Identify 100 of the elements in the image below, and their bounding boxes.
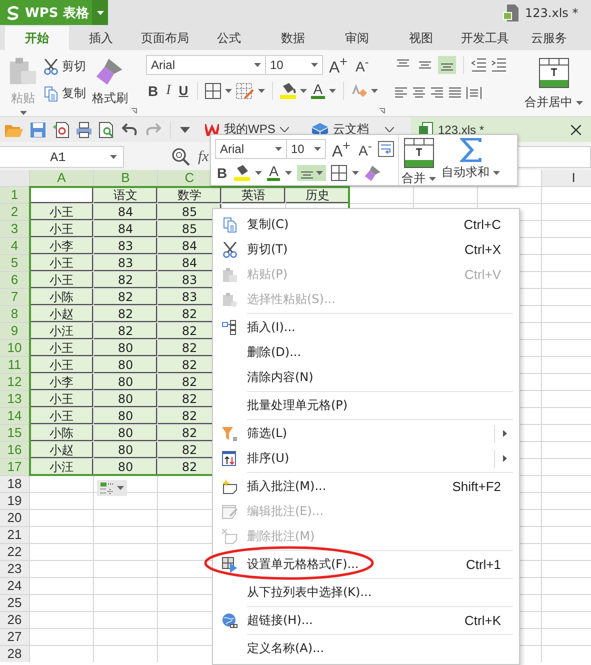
column-header[interactable]: I	[542, 170, 591, 186]
menu-item[interactable]: 插入批注(M)... Shift+F2	[213, 474, 519, 499]
font-color-button[interactable]: A	[311, 83, 325, 100]
row-header[interactable]: 25	[0, 595, 29, 611]
ribbon-tab[interactable]: 数据	[261, 26, 325, 50]
align-button[interactable]	[297, 165, 326, 182]
ribbon-tab[interactable]: 视图	[389, 26, 453, 50]
table-cell: 80	[94, 374, 157, 390]
caret-icon	[300, 89, 308, 94]
name-box[interactable]: A1	[0, 146, 124, 168]
wrap-text-icon[interactable]	[378, 141, 394, 158]
justify-icon[interactable]	[448, 86, 462, 100]
row-header[interactable]: 26	[0, 612, 29, 628]
caret-icon	[428, 176, 436, 180]
table-cell: 82	[94, 289, 157, 305]
function-label[interactable]: fx	[198, 148, 209, 166]
format-painter-button[interactable]: 格式刷	[90, 54, 130, 109]
align-right-icon[interactable]	[430, 86, 444, 100]
table-cell: 小王	[30, 221, 93, 237]
undo-icon[interactable]	[122, 122, 138, 136]
menu-item[interactable]: 定义名称(A)...	[213, 636, 519, 661]
borders-icon[interactable]	[205, 83, 222, 100]
font-select[interactable]: Arial	[146, 55, 266, 76]
table-cell: 80	[94, 442, 157, 458]
merge-cells-icon	[404, 138, 434, 168]
menu-item[interactable]: 超链接(H)... Ctrl+K	[213, 608, 519, 633]
table-cell: 小王	[30, 357, 93, 373]
cut-button[interactable]: 剪切	[44, 58, 86, 75]
caret-icon[interactable]	[280, 127, 290, 132]
paste-options-button[interactable]	[97, 480, 127, 496]
table-cell: 80	[94, 408, 157, 424]
print-preview-icon[interactable]	[99, 122, 115, 138]
row-header[interactable]: 23	[0, 561, 29, 577]
caret-icon	[20, 111, 26, 115]
customize-caret-icon[interactable]	[180, 126, 190, 132]
shrink-font-button[interactable]: A$^{-}$	[353, 55, 371, 75]
close-icon[interactable]	[571, 124, 581, 134]
brush-icon	[95, 56, 125, 86]
document-tab[interactable]: 我的WPS	[197, 117, 297, 142]
row-header[interactable]: 27	[0, 629, 29, 645]
ribbon-tab[interactable]: 公式	[197, 26, 261, 50]
table-cell: 82	[94, 323, 157, 339]
menu-caret-button[interactable]	[92, 0, 108, 25]
ribbon-tab[interactable]: 开始	[5, 26, 69, 50]
increase-indent-icon[interactable]	[490, 58, 507, 72]
caret-icon	[117, 486, 124, 490]
font-size-select[interactable]: 10	[286, 139, 326, 160]
caret-icon[interactable]	[385, 127, 394, 132]
fill-color-icon[interactable]	[280, 83, 296, 100]
merge-center-button[interactable]: 合并居中	[522, 56, 585, 113]
row-header[interactable]: 19	[0, 493, 29, 509]
menu-item[interactable]: 设置单元格格式(F)... Ctrl+1	[213, 552, 519, 577]
print-icon[interactable]	[76, 122, 92, 138]
fill-color-icon[interactable]	[234, 165, 250, 182]
grow-font-button[interactable]: A$^{+}$	[327, 54, 350, 76]
row-header[interactable]: 18	[0, 476, 29, 492]
dialog-launcher-icon[interactable]	[131, 108, 137, 114]
ribbon-tab[interactable]: 页面布局	[133, 26, 197, 50]
copy-button[interactable]: 复制	[44, 85, 86, 102]
format-cells-icon	[222, 556, 238, 572]
shrink-font-button[interactable]: A$^{-}$	[356, 139, 374, 159]
menu-item[interactable]: 从下拉列表中选择(K)...	[213, 580, 519, 605]
export-document-icon[interactable]	[53, 122, 69, 138]
ribbon-tab[interactable]: 云服务	[517, 26, 581, 50]
table-cell: 80	[94, 391, 157, 407]
ribbon-tab[interactable]: 开发工具	[453, 26, 517, 50]
bold-button[interactable]: B	[146, 83, 160, 100]
row-header[interactable]: 24	[0, 578, 29, 594]
sum-icon	[460, 138, 482, 162]
save-icon[interactable]	[30, 122, 46, 138]
align-left-icon[interactable]	[394, 86, 408, 100]
font-size-select[interactable]: 10	[265, 55, 323, 76]
row-header[interactable]: 22	[0, 544, 29, 560]
table-cell: 80	[94, 459, 157, 475]
row-header[interactable]: 20	[0, 510, 29, 526]
distribute-icon[interactable]	[466, 86, 482, 100]
borders-icon[interactable]	[331, 165, 348, 182]
font-select[interactable]: Arial	[215, 139, 287, 160]
table-cell: 小赵	[30, 442, 93, 458]
merge-cells-icon	[538, 58, 569, 88]
underline-button[interactable]: U	[176, 83, 190, 100]
decrease-indent-icon[interactable]	[470, 58, 487, 72]
ribbon-tab[interactable]: 审阅	[325, 26, 389, 50]
row-header[interactable]: 28	[0, 646, 29, 662]
align-button[interactable]	[438, 56, 456, 74]
font-color-button[interactable]: A	[267, 165, 280, 182]
zoom-icon[interactable]	[172, 148, 190, 166]
active-cell[interactable]	[30, 187, 93, 203]
brush-icon	[364, 164, 382, 182]
sort-icon	[222, 450, 238, 466]
caret-icon	[96, 10, 104, 14]
row-header[interactable]: 21	[0, 527, 29, 543]
ribbon-tab[interactable]: 插入	[69, 26, 133, 50]
italic-button[interactable]: I	[164, 83, 173, 100]
table-cell: 小李	[30, 374, 93, 390]
border-style-icon[interactable]	[236, 83, 254, 100]
align-center-icon[interactable]	[412, 86, 426, 100]
spreadsheet-file-icon	[503, 4, 519, 22]
logo-icon	[6, 6, 20, 20]
dialog-launcher-icon[interactable]	[378, 108, 385, 114]
